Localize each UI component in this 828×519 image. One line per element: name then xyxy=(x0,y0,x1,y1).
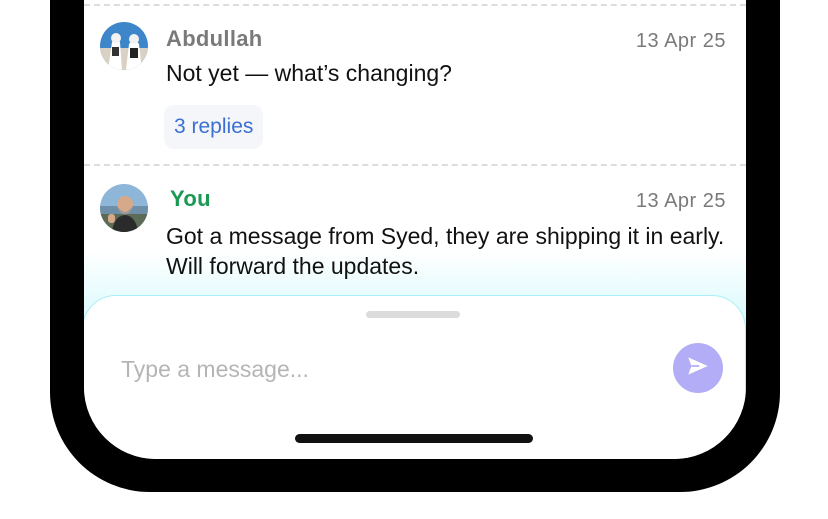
sender-name: Abdullah xyxy=(166,26,263,51)
avatar[interactable] xyxy=(100,184,148,232)
home-indicator[interactable] xyxy=(295,434,533,443)
message-input[interactable] xyxy=(121,354,641,384)
message-text: Not yet — what’s changing? xyxy=(166,60,452,86)
replies-link[interactable]: 3 replies xyxy=(164,105,264,149)
sheet-grabber[interactable] xyxy=(366,311,460,318)
send-icon xyxy=(685,353,711,384)
avatar[interactable] xyxy=(100,22,148,70)
message-timestamp: 13 Apr 25 xyxy=(635,190,726,212)
divider xyxy=(84,4,746,6)
sender-name: You xyxy=(170,186,211,211)
message-text: Got a message from Syed, they are shippi… xyxy=(166,223,725,279)
chat-screen: Abdullah 13 Apr 25 Not yet — what’s chan… xyxy=(84,0,746,459)
message-timestamp: 13 Apr 25 xyxy=(635,30,726,52)
divider xyxy=(84,164,746,166)
send-button[interactable] xyxy=(673,343,723,393)
